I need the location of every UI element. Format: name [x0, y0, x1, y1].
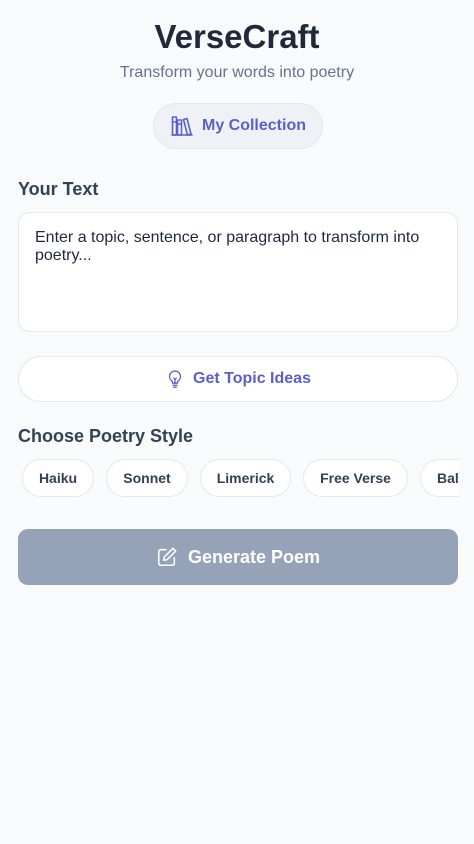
get-topic-ideas-button[interactable]: Get Topic Ideas: [18, 356, 458, 402]
books-icon: [170, 114, 194, 138]
your-text-label: Your Text: [18, 179, 99, 199]
generate-poem-label: Generate Poem: [187, 546, 321, 567]
my-collection-label: My Collection: [201, 117, 306, 134]
style-chip-haiku[interactable]: Haiku: [22, 459, 94, 497]
app-title: VerseCraft: [154, 18, 320, 55]
poetry-style-list: Haiku Sonnet Limerick Free Verse Bal: [0, 459, 459, 497]
app-subtitle: Transform your words into poetry: [119, 64, 355, 81]
lightbulb-icon: [165, 369, 185, 389]
generate-poem-button[interactable]: Generate Poem: [18, 529, 458, 585]
style-chip-free-verse[interactable]: Free Verse: [303, 459, 408, 497]
text-input[interactable]: [18, 212, 458, 332]
edit-icon: [156, 546, 178, 568]
app-root: VerseCraft Transform your words into poe…: [0, 0, 474, 844]
style-chip-ballad[interactable]: Bal: [420, 459, 459, 497]
choose-style-label: Choose Poetry Style: [18, 426, 194, 446]
style-chip-sonnet[interactable]: Sonnet: [106, 459, 188, 497]
get-topic-ideas-label: Get Topic Ideas: [193, 370, 311, 387]
style-chip-limerick[interactable]: Limerick: [200, 459, 291, 497]
my-collection-button[interactable]: My Collection: [153, 103, 323, 149]
